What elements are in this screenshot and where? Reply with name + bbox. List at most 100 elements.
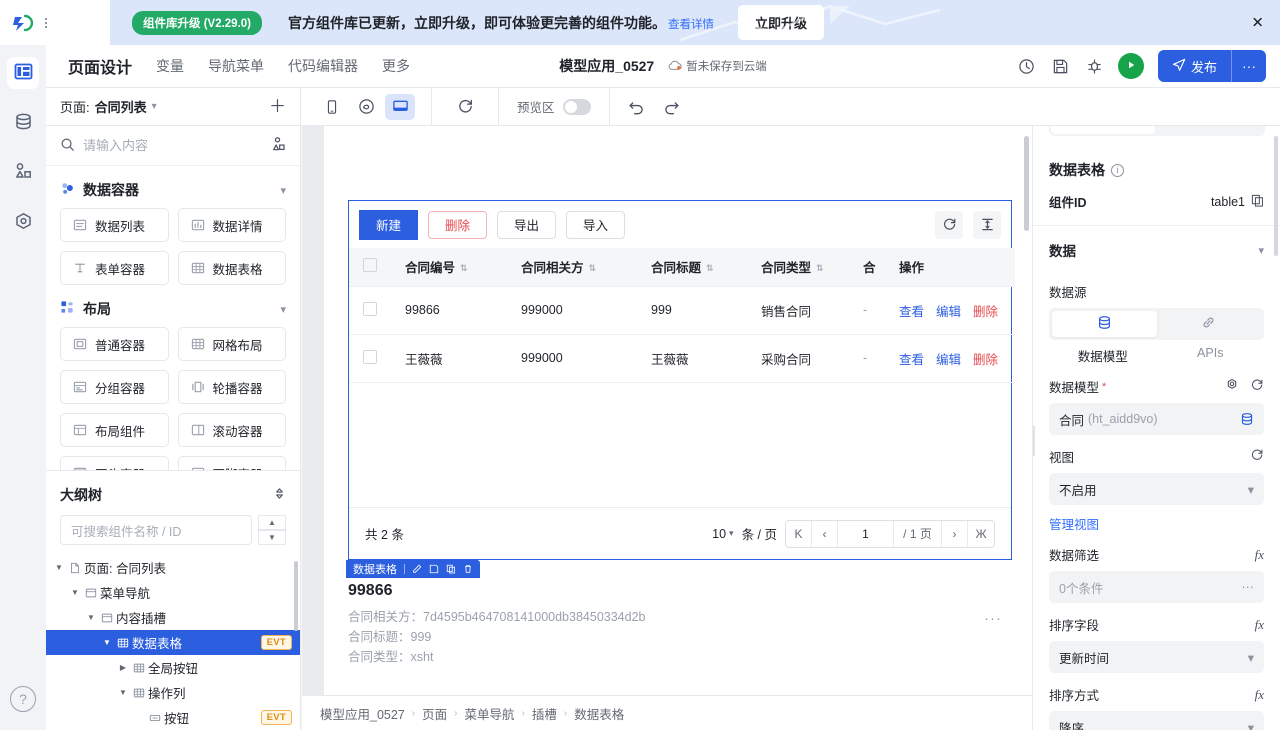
properties-scrollbar[interactable] [1274,136,1278,256]
publish-more-icon[interactable]: ··· [1232,50,1266,82]
filter-value-box[interactable]: 0个条件 ··· [1049,571,1264,603]
breadcrumb-item-slot[interactable]: 插槽 [532,704,557,723]
chevron-down-icon[interactable]: ▼ [52,563,66,572]
sort-icon[interactable]: ⇅ [706,264,714,273]
refresh-icon[interactable] [450,94,480,120]
view-select[interactable]: 不启用 ▾ [1049,473,1264,505]
component-shapes-icon[interactable] [269,136,286,156]
first-page-button[interactable]: K [786,520,812,547]
properties-tab-strip[interactable] [1049,126,1265,136]
sort-field-select[interactable]: 更新时间 ▾ [1049,641,1264,673]
component-card-normal-container[interactable]: 普通容器 [60,327,169,361]
run-preview-button[interactable] [1117,53,1144,79]
desktop-icon[interactable] [385,93,415,120]
tree-node-page[interactable]: ▼ 页面: 合同列表 [46,555,300,580]
app-menu-icon[interactable] [38,13,54,33]
breadcrumb-item-app[interactable]: 模型应用_0527 [320,704,405,723]
close-icon[interactable]: ✕ [1251,15,1264,30]
tree-node-data-table[interactable]: ▼ 数据表格 EVT [46,630,300,655]
table-row[interactable]: 王薇薇 999000 王薇薇 采购合同 - 查看 编辑 删除 [349,334,1015,383]
chevron-up-icon[interactable]: ▲ [258,515,286,530]
chevron-right-icon[interactable]: ▶ [116,663,130,672]
breadcrumb-item-nav[interactable]: 菜单导航 [464,704,514,723]
publish-button[interactable]: 发布 ··· [1157,50,1266,82]
import-button[interactable]: 导入 [566,210,626,239]
export-button[interactable]: 导出 [497,210,557,239]
delete-button[interactable]: 删除 [428,210,488,239]
breadcrumb-item-page[interactable]: 页面 [422,704,447,723]
column-header-contract-party[interactable]: 合同相关方 ⇅ [507,248,637,287]
panel-resize-handle[interactable] [1033,426,1035,456]
preview-toggle[interactable] [562,98,591,115]
more-horizontal-icon[interactable]: ··· [984,610,1002,627]
last-page-button[interactable]: Ж [968,521,994,547]
rail-item-settings[interactable] [7,207,39,239]
sort-order-select[interactable]: 降序 ▾ [1049,711,1264,730]
edit-icon[interactable] [412,564,422,574]
refresh-icon[interactable] [935,210,963,239]
tree-node-action-column[interactable]: ▼ 操作列 [46,680,300,705]
component-card-carousel-container[interactable]: 轮播容器 [177,370,286,404]
mini-program-icon[interactable] [351,94,381,120]
save-icon[interactable] [1048,53,1074,79]
column-header-truncated[interactable]: 合 [857,248,885,287]
component-card-footer-container[interactable]: 页脚容器 [177,456,286,470]
row-checkbox[interactable] [363,349,377,364]
info-icon[interactable]: i [1111,163,1124,177]
fx-icon[interactable]: fx [1255,687,1264,703]
publish-main[interactable]: 发布 [1158,50,1231,82]
column-header-contract-type[interactable]: 合同类型 ⇅ [747,248,857,287]
datasource-tab-apis[interactable] [1157,311,1262,337]
menu-item-nav-menu[interactable]: 导航菜单 [208,56,264,76]
tree-node-button[interactable]: 按钮 EVT [46,705,300,730]
current-page-input[interactable]: 1 [838,520,894,547]
prev-page-button[interactable]: ‹ [812,520,838,547]
plus-icon[interactable]: ＋ [269,98,286,115]
data-model-select[interactable]: 合同 (ht_aidd9vo) [1049,403,1264,435]
sort-icon[interactable]: ⇅ [460,264,468,273]
component-card-form-container[interactable]: 表单容器 [60,251,169,285]
help-circle-icon[interactable]: ? [10,686,36,712]
refresh-icon[interactable] [1250,378,1264,395]
next-page-button[interactable]: › [942,520,968,547]
sort-icon[interactable]: ⇅ [589,264,597,273]
menu-item-variables[interactable]: 变量 [156,56,184,76]
tree-node-content-slot[interactable]: ▼ 内容插槽 [46,605,300,630]
redo-icon[interactable] [663,98,680,115]
more-horizontal-icon[interactable]: ··· [1242,580,1255,594]
component-card-header-container[interactable]: 页头容器 [60,456,169,470]
page-size-select[interactable]: 10 ▾ [712,527,733,541]
fx-icon[interactable]: fx [1255,617,1264,633]
copy-icon[interactable] [446,564,456,574]
chevron-down-icon[interactable]: ▼ [100,638,114,647]
chevron-down-icon[interactable]: ▼ [68,588,82,597]
table-row[interactable]: 99866 999000 999 销售合同 - 查看 编辑 删除 [349,286,1015,335]
component-card-group-container[interactable]: 分组容器 [60,370,169,404]
group-header-data-container[interactable]: 数据容器 ▾ [46,166,300,208]
refresh-icon[interactable] [1250,448,1264,465]
section-data-header[interactable]: 数据 ▾ [1033,226,1280,270]
undo-icon[interactable] [628,98,645,115]
edit-link[interactable]: 编辑 [936,353,961,367]
fx-icon[interactable]: fx [1255,547,1264,563]
component-card-layout-component[interactable]: 布局组件 [60,413,169,447]
rail-item-database[interactable] [7,107,39,139]
delete-link[interactable]: 删除 [973,305,998,319]
chevron-down-icon[interactable]: ▼ [258,530,286,545]
new-button[interactable]: 新建 [359,209,419,240]
column-header-contract-no[interactable]: 合同编号 ⇅ [391,248,507,287]
search-input[interactable] [83,138,261,153]
sort-icon[interactable]: ⇅ [816,264,824,273]
menu-item-more[interactable]: 更多 [382,56,410,76]
page-selector[interactable]: 页面: 合同列表 ▾ ＋ [46,87,301,126]
menu-item-page-design[interactable]: 页面设计 [68,54,132,78]
rail-item-components[interactable] [7,157,39,189]
breadcrumb-item-table[interactable]: 数据表格 [574,704,624,723]
canvas-scrollbar[interactable] [1024,136,1029,231]
data-table-component[interactable]: 新建 删除 导出 导入 合同编号 ⇅ 合同相关方 ⇅ 合同标题 ⇅ 合同类型 ⇅… [348,200,1015,560]
save-icon[interactable] [429,564,439,574]
group-header-layout[interactable]: 布局 ▾ [46,285,300,327]
datasource-tab-model[interactable] [1052,311,1157,337]
sort-updown-icon[interactable] [273,487,286,503]
edit-link[interactable]: 编辑 [936,305,961,319]
